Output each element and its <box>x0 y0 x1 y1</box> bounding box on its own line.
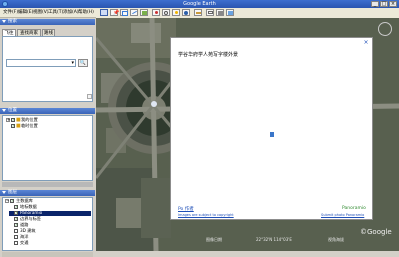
history-button[interactable] <box>162 9 170 16</box>
checkbox[interactable] <box>14 204 18 209</box>
tab-directions[interactable]: 路线 <box>42 29 55 36</box>
search-input[interactable]: ▾ <box>6 59 76 67</box>
photo-placeholder-icon[interactable] <box>270 132 274 137</box>
author-label[interactable]: Po 作者 <box>178 206 194 212</box>
google-logo: ©Google <box>360 228 392 236</box>
list-item[interactable]: ■ 临时位置 <box>6 123 86 129</box>
list-item-label: 主数据库 <box>16 198 33 203</box>
places-scrollbar[interactable] <box>2 182 93 187</box>
chevron-down-icon[interactable]: ▾ <box>71 60 74 66</box>
sunlight-button[interactable] <box>172 9 180 16</box>
list-item-label: 海洋 <box>20 234 29 239</box>
info-bubble: 学谷华府学人苑写字楼外景 × Po 作者 Panoramio Images ar… <box>170 37 373 220</box>
imagery-date: 图像日期 <box>206 237 222 242</box>
navigation-controls[interactable] <box>376 20 396 40</box>
expand-icon[interactable]: + <box>6 118 10 122</box>
checkbox[interactable] <box>14 235 18 239</box>
bubble-close-button[interactable]: × <box>363 40 369 46</box>
collapse-icon[interactable]: − <box>5 199 9 203</box>
places-pane: + ■ 我的位置 ■ 临时位置 <box>2 115 93 181</box>
list-item[interactable]: 交通 <box>9 240 91 246</box>
email-button[interactable] <box>206 9 214 16</box>
placemark-button[interactable]: 📌 <box>110 9 119 16</box>
polygon-button[interactable] <box>120 9 128 16</box>
copyright-link[interactable]: Images are subject to copyright <box>178 213 234 217</box>
checkbox[interactable] <box>11 123 15 128</box>
tab-find-business[interactable]: 查找商家 <box>17 29 41 36</box>
places-panel-title: 位置 <box>8 108 17 113</box>
checkbox[interactable] <box>14 216 18 221</box>
checkbox[interactable] <box>14 222 18 227</box>
list-item-label: 边界与标签 <box>20 216 41 221</box>
list-item-label: 临时位置 <box>21 123 38 128</box>
maximize-button[interactable]: □ <box>380 1 388 7</box>
layers-scrollbar[interactable] <box>2 252 93 257</box>
search-panel-title: 搜索 <box>8 19 17 24</box>
list-item-label: 我的位置 <box>21 117 38 122</box>
title-bar[interactable]: Google Earth _ □ × <box>0 0 399 8</box>
submit-photo-link[interactable]: Submit photo Panoramio <box>321 213 364 217</box>
minimize-button[interactable]: _ <box>371 1 379 7</box>
layers-pane: − 主数据库 地标数据 Panoramio 边界与标签 道路 3D 建筑 海洋 <box>2 197 93 251</box>
image-overlay-button[interactable] <box>140 9 148 16</box>
path-button[interactable] <box>130 9 138 16</box>
search-panel-header[interactable]: 搜索 <box>0 19 95 25</box>
search-pane: ▾ 🔍 <box>2 36 93 102</box>
record-tour-button[interactable] <box>152 9 160 16</box>
view-in-maps-button[interactable] <box>226 9 234 16</box>
layers-panel-title: 图层 <box>8 190 17 195</box>
compass-icon[interactable] <box>378 22 392 36</box>
tab-fly-to[interactable]: 飞往 <box>2 29 16 36</box>
planets-button[interactable] <box>182 9 190 16</box>
sidebar-toggle-button[interactable] <box>100 9 108 16</box>
list-item-label: Panoramio <box>20 210 43 215</box>
checkbox[interactable] <box>14 241 18 245</box>
panoramio-link[interactable]: Panoramio <box>342 206 366 211</box>
print-button[interactable] <box>216 9 224 16</box>
checkbox[interactable] <box>14 229 18 233</box>
checkbox[interactable] <box>10 198 14 203</box>
ruler-button[interactable] <box>194 9 202 16</box>
search-button[interactable]: 🔍 <box>78 59 88 67</box>
window-title: Google Earth <box>183 1 216 7</box>
list-item-label: 地标数据 <box>20 204 37 209</box>
list-item-label: 交通 <box>20 240 29 245</box>
eye-altitude: 视角海拔 <box>328 237 344 242</box>
places-panel-header[interactable]: 位置 <box>0 108 95 114</box>
close-button[interactable]: × <box>389 1 397 7</box>
coordinates-readout: 22°32'N 114°03'E <box>256 237 292 242</box>
toolbar: 📌 <box>96 8 399 18</box>
sidebar: 搜索 飞往 查找商家 路线 ▾ 🔍 位置 + ■ 我的位置 ■ 临时位置 图层 <box>0 18 95 257</box>
checkbox[interactable] <box>14 210 18 215</box>
menu-help[interactable]: 帮助(H) <box>77 9 95 16</box>
bubble-title: 学谷华府学人苑写字楼外景 <box>178 52 239 58</box>
list-item-label: 道路 <box>20 222 29 227</box>
list-item-label: 3D 建筑 <box>20 228 36 233</box>
checkbox[interactable] <box>11 117 15 122</box>
resize-grip-icon[interactable] <box>87 94 92 99</box>
layers-panel-header[interactable]: 图层 <box>0 190 95 196</box>
map-status-bar: 图像日期 22°32'N 114°03'E 视角海拔 ©Google <box>96 228 399 251</box>
